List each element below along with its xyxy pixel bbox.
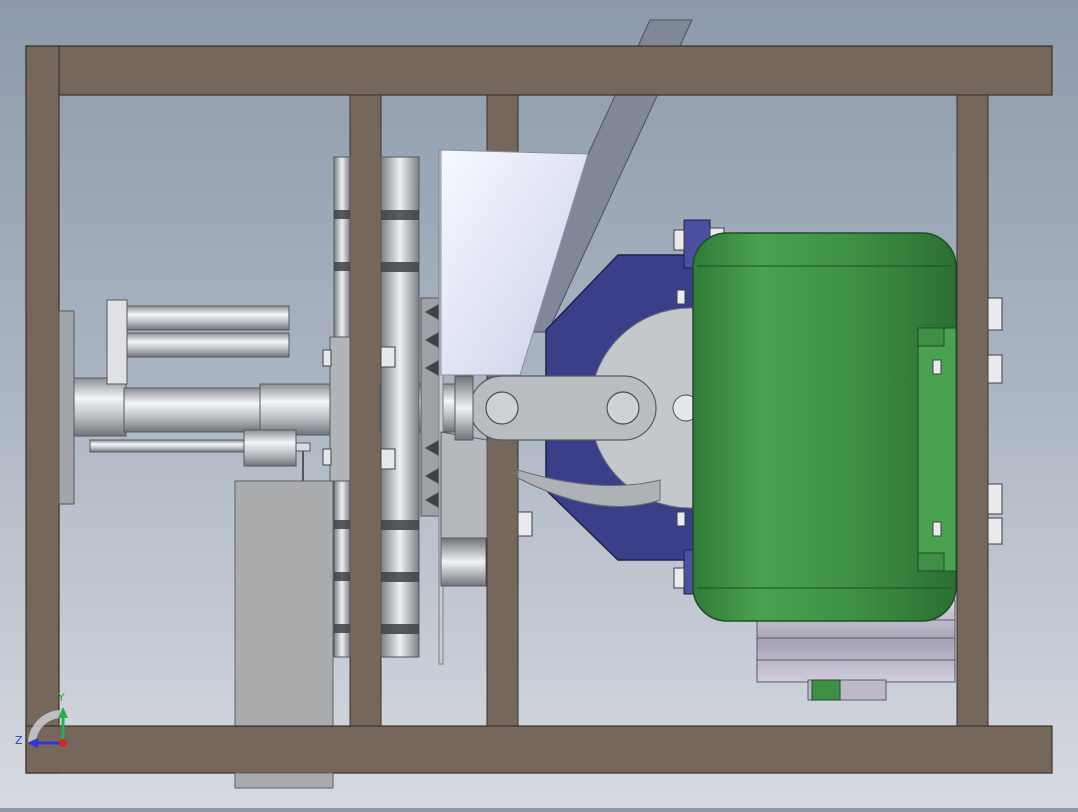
lower-drum [440,537,487,587]
left-bearing-plate [58,310,75,505]
electric-motor [692,232,957,622]
main-shaft [123,387,265,433]
motor-foot-tab-top [917,327,945,347]
drum-blade-left [440,431,488,539]
small-rod-block [243,429,297,467]
frame-top-rail [25,45,1053,96]
gear-hub-plate [329,336,351,482]
frame-right-post [956,94,989,728]
piston-rod-upper [126,305,290,331]
piston-rod-lower [126,332,290,358]
shaft-collar [259,383,335,436]
frame-bottom-rail [25,725,1053,774]
y-axis-label: Y [57,691,65,704]
frame-inner-post-left [349,94,382,728]
cutter-disc [420,297,440,517]
assembly-drawing: Y Z [15,19,1053,789]
link-shaft-stub [454,375,474,441]
small-rod-pin [295,442,311,452]
link-pivot-right [606,391,640,425]
pulley-hub-green [811,679,841,701]
z-axis-label: Z [15,734,23,747]
motor-foot-tab-bottom [917,552,945,572]
left-bearing-flange [73,377,127,437]
small-rod [89,439,249,453]
triad-origin [59,739,67,747]
frame-left-post [25,45,60,774]
cad-viewport[interactable]: Y Z [0,0,1078,808]
link-pivot-left [485,391,519,425]
cylinder-block [106,299,128,385]
lower-housing-foot [234,772,334,789]
spur-gear-right [380,156,420,658]
